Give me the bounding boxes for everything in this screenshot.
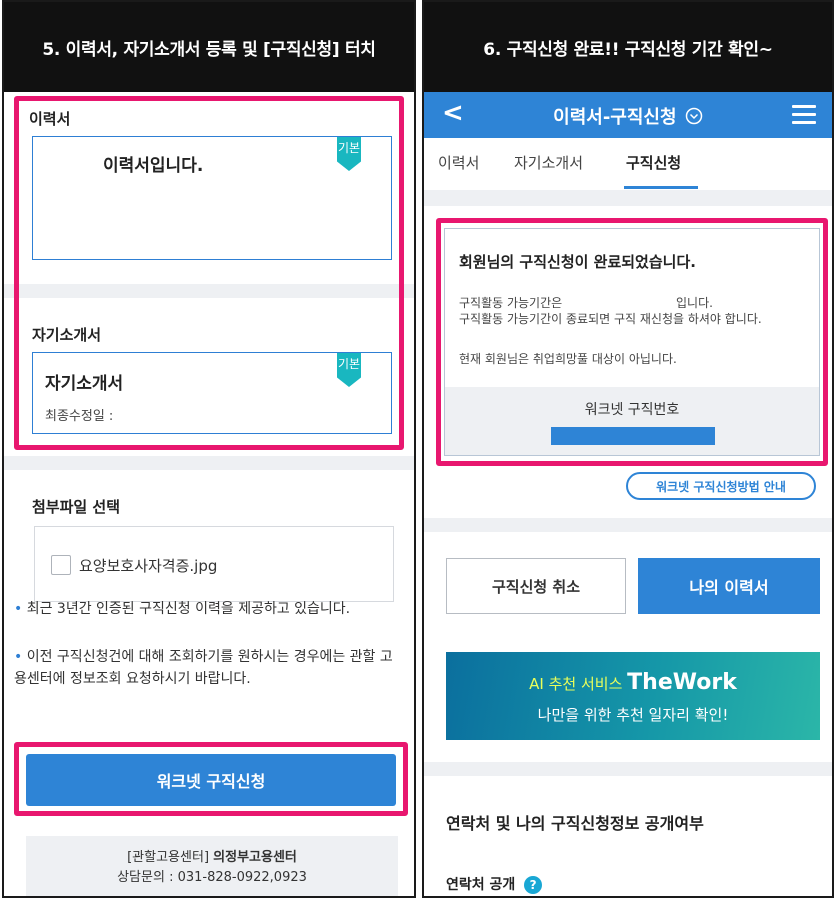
center-info: [관할고용센터] 의정부고용센터 상담문의 : 031-828-0922,092…	[26, 836, 398, 896]
my-resume-button[interactable]: 나의 이력서	[638, 558, 820, 614]
banner-line-1: AI 추천 서비스 TheWork	[446, 670, 820, 695]
worknet-guide-button[interactable]: 워크넷 구직신청방법 안내	[626, 472, 816, 500]
content-background	[424, 190, 832, 206]
notice-1: • 최근 3년간 인증된 구직신청 이력을 제공하고 있습니다.	[14, 598, 399, 620]
app-title-text: 이력서-구직신청	[553, 107, 677, 128]
notice-2: • 이전 구직신청건에 대해 조회하기를 원하시는 경우에는 관할 고용센터에 …	[14, 646, 399, 690]
banner-brand: TheWork	[627, 670, 737, 695]
center-line: [관할고용센터] 의정부고용센터	[26, 848, 398, 868]
app-bar: < 이력서-구직신청	[424, 92, 832, 138]
highlight-resume-intro	[14, 96, 404, 450]
contact-section-title: 연락처 및 나의 구직신청정보 공개여부	[446, 814, 704, 833]
active-tab-underline	[624, 186, 698, 189]
bullet-dot-icon: •	[14, 601, 23, 617]
section-divider	[424, 762, 832, 776]
attach-checkbox[interactable]	[51, 555, 71, 575]
chevron-down-circle-icon	[685, 107, 703, 125]
step-6-header: 6. 구직신청 완료!! 구직신청 기간 확인~	[424, 2, 832, 92]
section-divider	[4, 456, 414, 470]
right-panel: 6. 구직신청 완료!! 구직신청 기간 확인~ < 이력서-구직신청 이력서 …	[422, 0, 834, 898]
contact-row: 연락처 공개 ?	[446, 874, 543, 894]
notice-1-text: 최근 3년간 인증된 구직신청 이력을 제공하고 있습니다.	[26, 601, 351, 617]
highlight-completion	[436, 218, 828, 466]
app-title[interactable]: 이력서-구직신청	[424, 103, 832, 129]
center-name: 의정부고용센터	[213, 850, 297, 865]
banner-line-2: 나만을 위한 추천 일자리 확인!	[537, 706, 729, 724]
center-prefix: [관할고용센터]	[127, 850, 210, 865]
section-divider	[424, 518, 832, 532]
banner-prefix: AI 추천 서비스	[529, 675, 623, 693]
tab-resume[interactable]: 이력서	[438, 152, 479, 173]
notice-2-text: 이전 구직신청건에 대해 조회하기를 원하시는 경우에는 관할 고용센터에 정보…	[14, 649, 393, 687]
tab-bar: 이력서 자기소개서 구직신청	[424, 138, 832, 190]
cancel-apply-button[interactable]: 구직신청 취소	[446, 558, 626, 614]
attach-label: 첨부파일 선택	[32, 498, 121, 516]
help-icon[interactable]: ?	[524, 876, 543, 894]
hamburger-menu-icon[interactable]	[792, 105, 816, 129]
attach-box: 요양보호사자격증.jpg	[34, 526, 394, 602]
contact-label: 연락처 공개	[446, 877, 516, 893]
tab-job-apply[interactable]: 구직신청	[626, 152, 681, 173]
attach-file-name: 요양보호사자격증.jpg	[79, 557, 218, 575]
tab-intro[interactable]: 자기소개서	[514, 152, 583, 173]
thework-banner[interactable]: AI 추천 서비스 TheWork 나만을 위한 추천 일자리 확인!	[446, 652, 820, 740]
bullet-dot-icon: •	[14, 649, 23, 665]
step-5-header: 5. 이력서, 자기소개서 등록 및 [구직신청] 터치	[4, 2, 414, 92]
left-panel: 5. 이력서, 자기소개서 등록 및 [구직신청] 터치 이력서 이력서입니다.…	[2, 0, 416, 898]
consult-line: 상담문의 : 031-828-0922,0923	[117, 870, 307, 885]
worknet-apply-button[interactable]: 워크넷 구직신청	[26, 754, 396, 806]
